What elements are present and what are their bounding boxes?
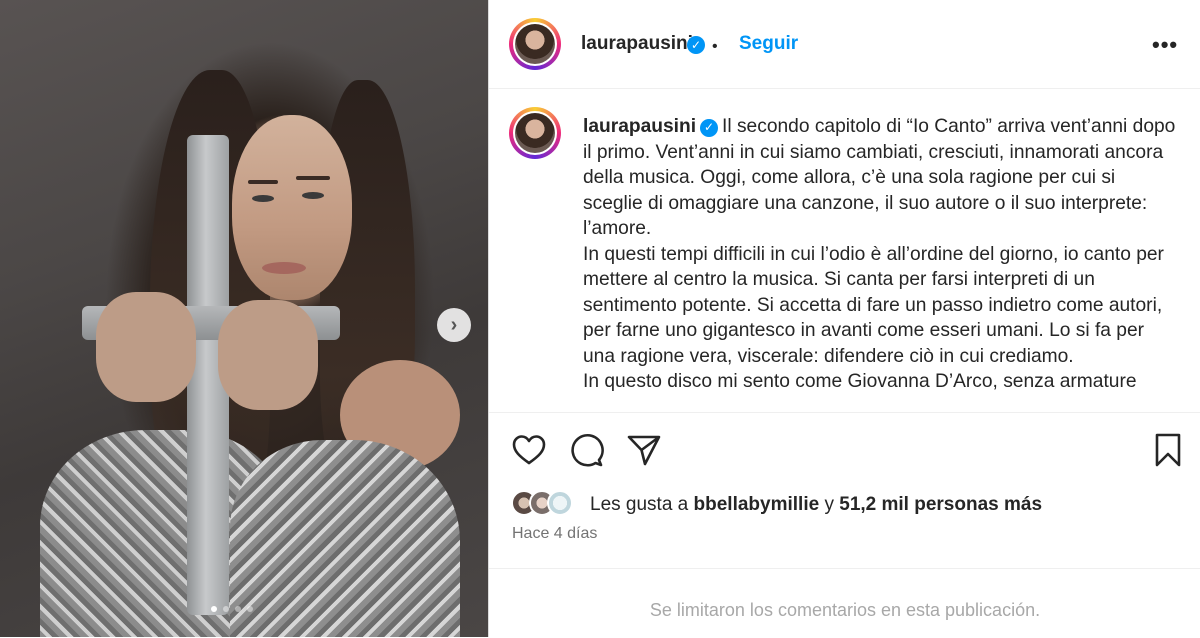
comments-section: Se limitaron los comentarios en esta pub… <box>489 568 1200 638</box>
more-options-icon[interactable]: ••• <box>1152 32 1178 58</box>
likes-count[interactable]: 51,2 mil personas más <box>839 494 1042 515</box>
carousel-indicator <box>211 606 253 612</box>
liker-avatars[interactable] <box>511 490 573 516</box>
post-header: laurapausini ✓ • Seguir ••• <box>489 0 1200 89</box>
caption-avatar[interactable] <box>509 107 561 159</box>
avatar-image <box>515 24 555 64</box>
heart-icon <box>512 435 546 465</box>
next-image-button[interactable]: › <box>437 308 471 342</box>
verified-badge-icon: ✓ <box>700 118 719 137</box>
post-author-username[interactable]: laurapausini <box>581 33 693 55</box>
carousel-dot <box>223 606 229 612</box>
caption-paragraph: In questo disco mi sento come Giovanna D… <box>583 371 1137 392</box>
photo-hand <box>218 300 318 410</box>
share-icon <box>627 435 661 466</box>
caption-paragraph: laurapausini ✓ Il secondo capitolo di “Io … <box>583 116 1176 239</box>
avatar-image <box>515 113 555 153</box>
photo-hand <box>96 292 196 402</box>
photo-lips <box>262 262 306 274</box>
post-panel: laurapausini ✓ • Seguir ••• laurapausini… <box>488 0 1200 637</box>
caption-scroll-area[interactable]: laurapausini ✓ Il secondo capitolo di “Io … <box>489 89 1200 412</box>
post-timestamp[interactable]: Hace 4 días <box>512 525 597 543</box>
like-button[interactable] <box>511 432 547 468</box>
bookmark-icon <box>1155 433 1181 467</box>
photo-brow <box>296 176 330 180</box>
avatar <box>547 490 573 516</box>
separator-dot: • <box>712 38 718 55</box>
carousel-dot <box>247 606 253 612</box>
comments-disabled-notice: Se limitaron los comentarios en esta pub… <box>649 600 1041 620</box>
photo-sweater <box>230 440 460 637</box>
liker-username[interactable]: bbellabymillie <box>694 494 820 515</box>
verified-badge-icon: ✓ <box>687 36 705 54</box>
carousel-dot <box>211 606 217 612</box>
carousel-dot <box>235 606 241 612</box>
follow-button[interactable]: Seguir <box>739 33 798 55</box>
caption-paragraph: In questi tempi difficili in cui l’odio … <box>583 243 1164 367</box>
avatar[interactable] <box>509 18 561 70</box>
photo-eye <box>252 195 274 202</box>
photo-brow <box>248 180 278 184</box>
comment-button[interactable] <box>568 432 604 468</box>
comment-icon <box>571 433 604 467</box>
chevron-right-icon: › <box>450 313 458 336</box>
actions-divider <box>489 412 1200 414</box>
likes-summary[interactable]: Les gusta a bbellabymillie y 51,2 mil pe… <box>590 494 1042 516</box>
caption-username[interactable]: laurapausini <box>583 116 696 137</box>
post-caption: laurapausini ✓ Il secondo capitolo di “Io … <box>583 114 1179 395</box>
photo-eye <box>302 192 324 199</box>
post-media[interactable]: › <box>0 0 488 637</box>
save-button[interactable] <box>1150 432 1186 468</box>
share-button[interactable] <box>626 432 662 468</box>
